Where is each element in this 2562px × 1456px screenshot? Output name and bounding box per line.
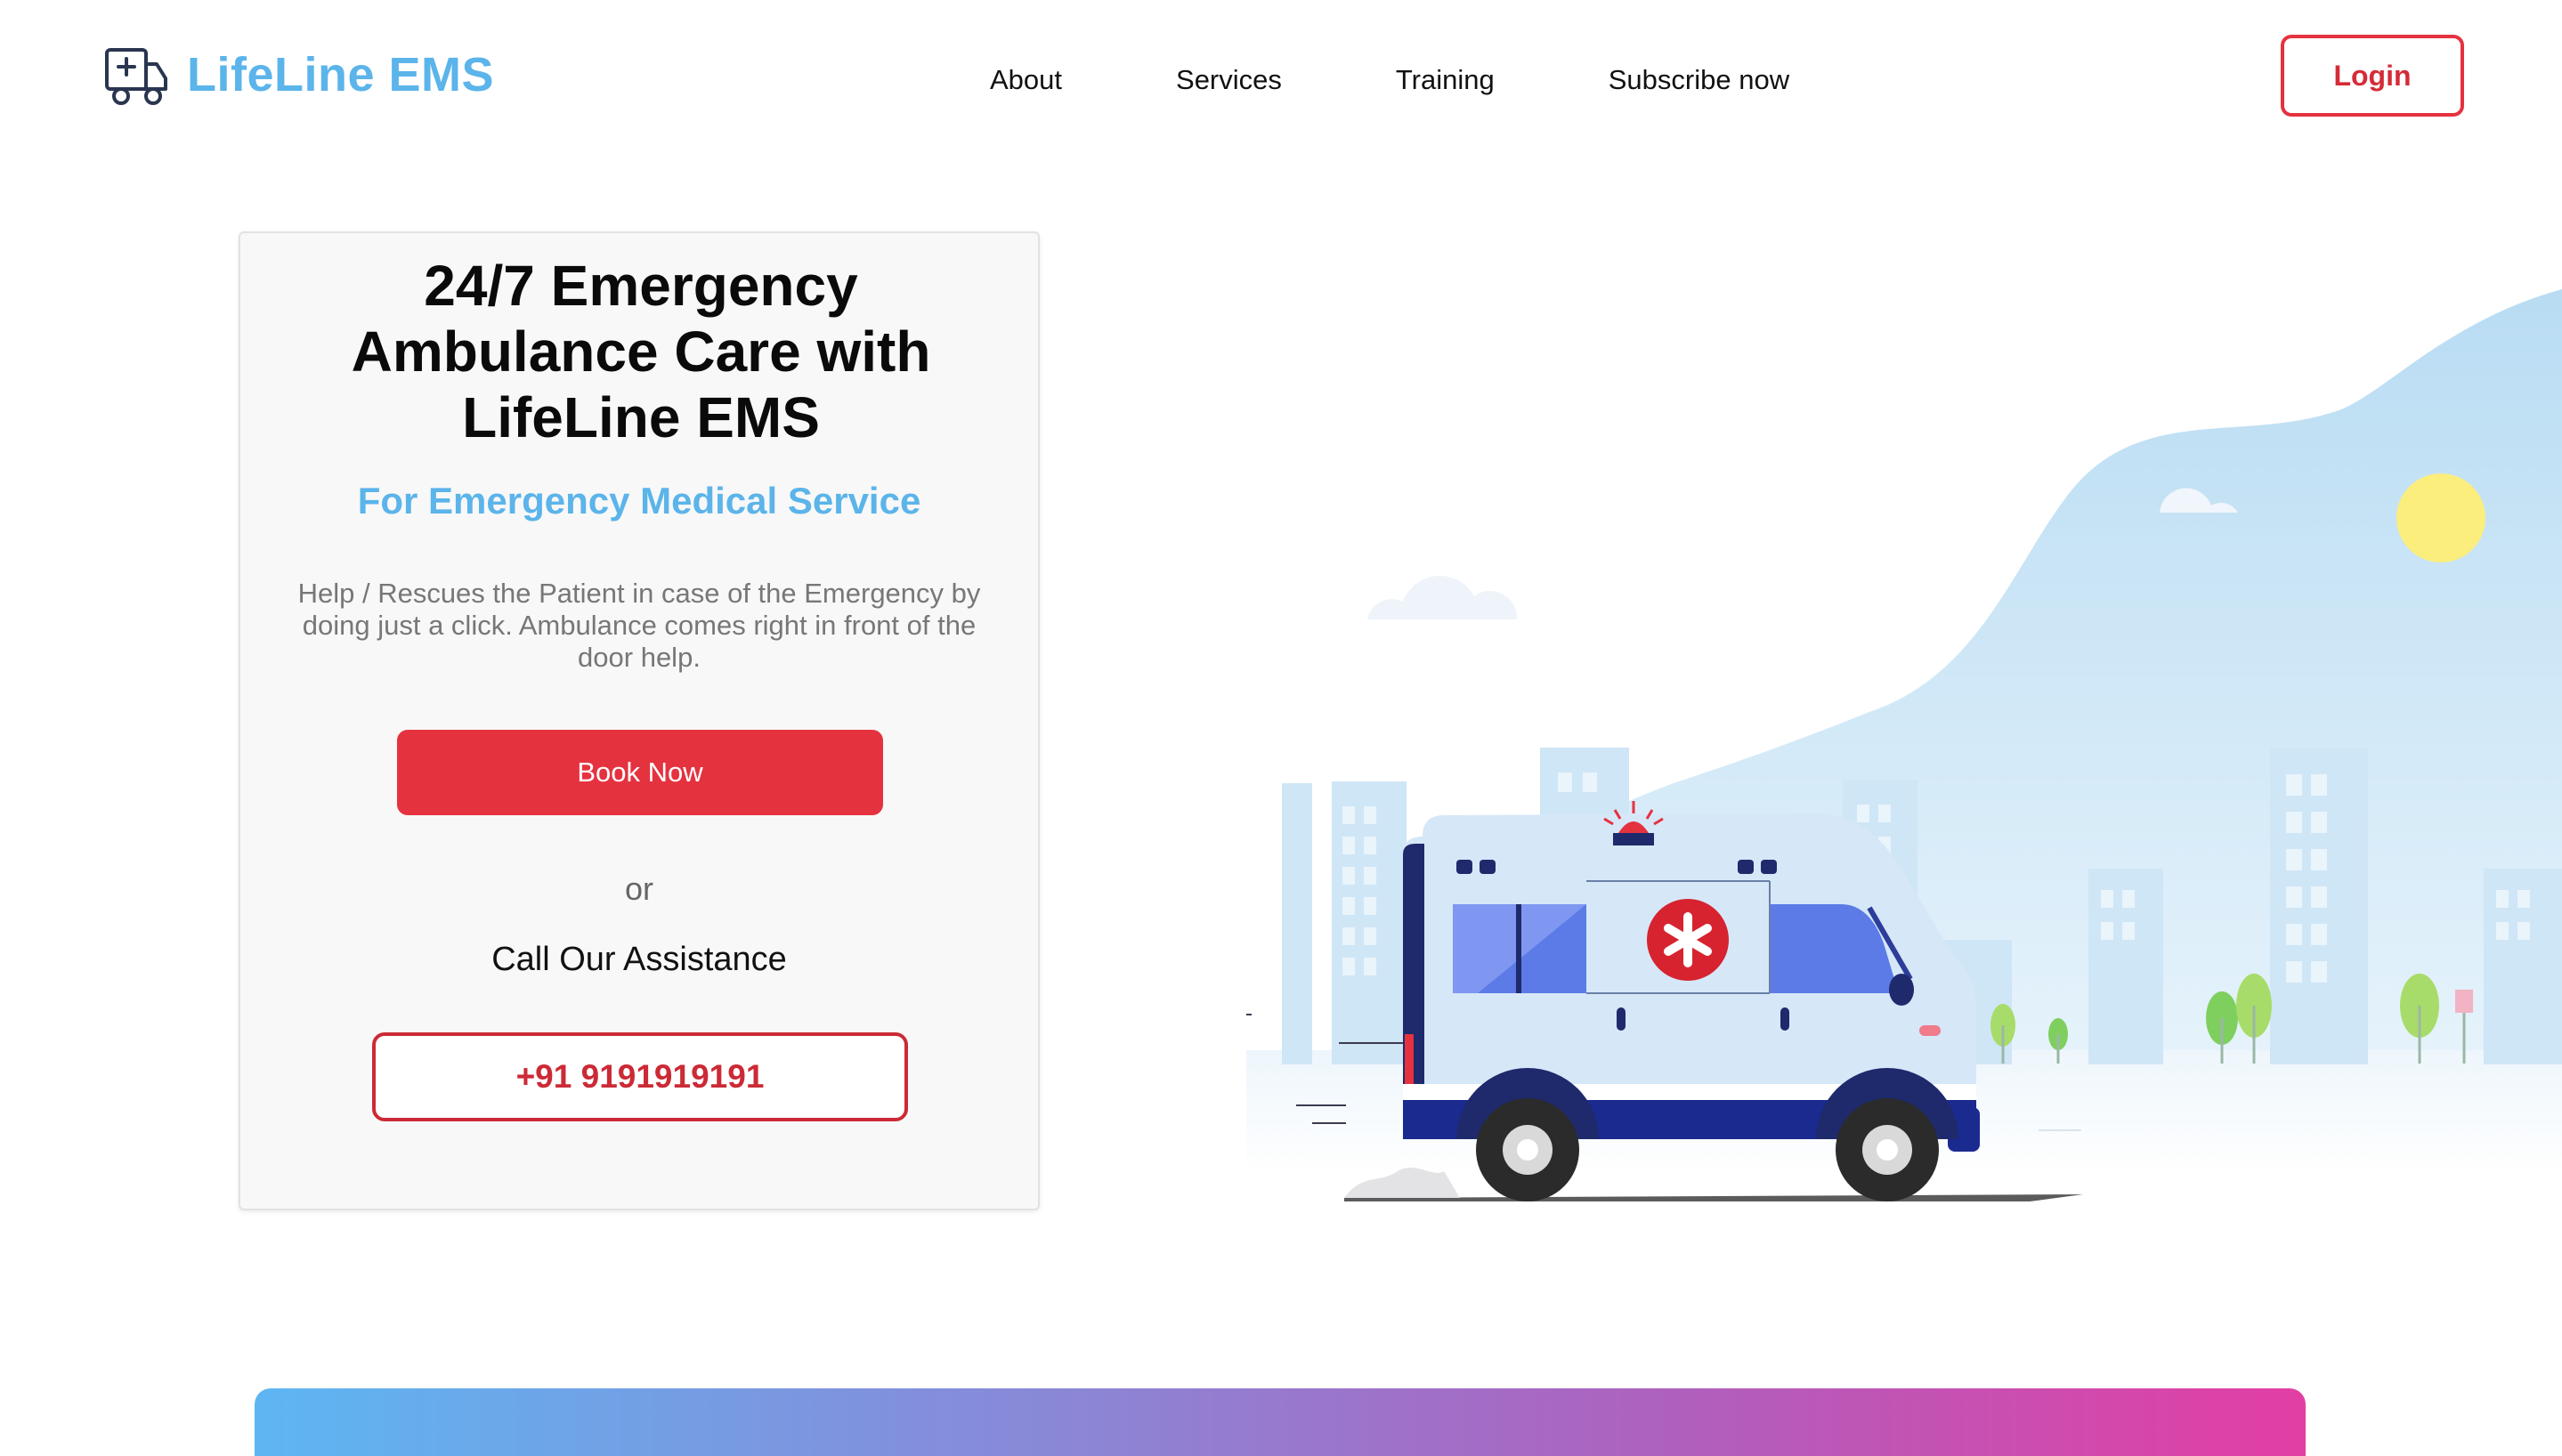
call-assistance-label: Call Our Assistance <box>491 941 787 978</box>
hero-card: 24/7 Emergency Ambulance Care with LifeL… <box>239 231 1040 1210</box>
hero-subtitle: For Emergency Medical Service <box>357 480 921 522</box>
sun <box>2396 473 2485 562</box>
landing-page: LifeLine EMS About Services Training Sub… <box>0 0 2562 1456</box>
nav-link-subscribe[interactable]: Subscribe now <box>1609 64 1789 96</box>
phone-button[interactable]: +91 9191919191 <box>372 1032 908 1121</box>
brand-name: LifeLine EMS <box>187 48 495 101</box>
bottom-gradient-banner <box>255 1388 2306 1456</box>
ambulance-icon <box>105 48 167 105</box>
nav-link-training[interactable]: Training <box>1396 64 1495 96</box>
nav-link-about[interactable]: About <box>990 64 1062 96</box>
hero-title: 24/7 Emergency Ambulance Care with LifeL… <box>351 254 931 449</box>
hero-description: Help / Rescues the Patient in case of th… <box>297 578 981 673</box>
cloud-large <box>1367 576 1518 619</box>
main-nav: About Services Training Subscribe now <box>990 64 1789 96</box>
nav-link-services[interactable]: Services <box>1176 64 1282 96</box>
brand-logo[interactable]: LifeLine EMS <box>105 41 494 109</box>
or-separator: or <box>624 870 653 907</box>
ambulance-city-illustration <box>1246 289 2562 1201</box>
site-header: LifeLine EMS About Services Training Sub… <box>0 0 2562 160</box>
login-button[interactable]: Login <box>2281 35 2464 117</box>
book-now-button[interactable]: Book Now <box>397 730 883 815</box>
